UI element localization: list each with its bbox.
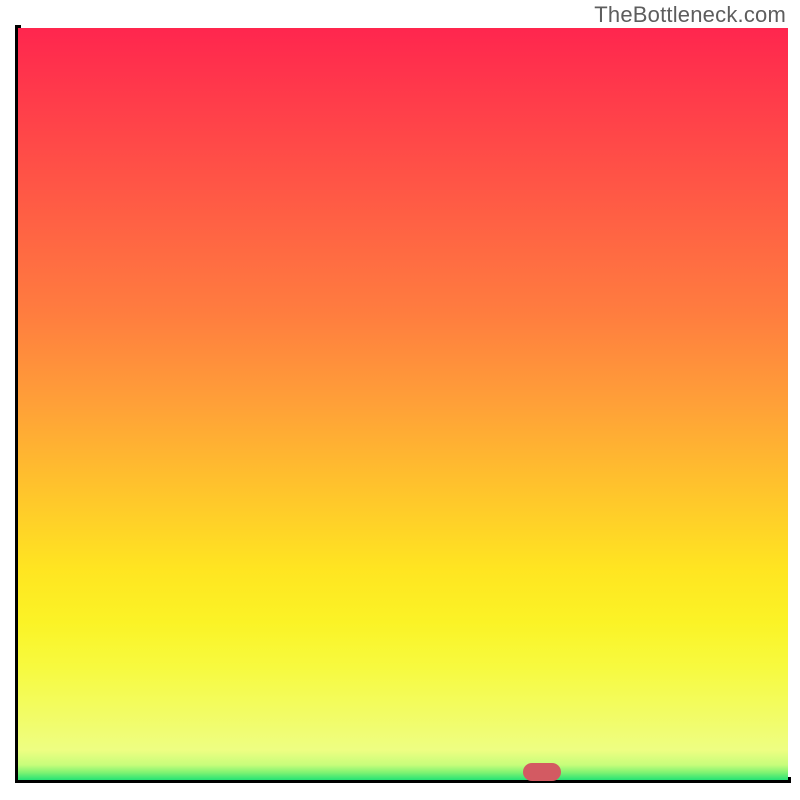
chart-container: TheBottleneck.com: [0, 0, 800, 800]
watermark-text: TheBottleneck.com: [594, 2, 786, 28]
heat-gradient-background: [18, 28, 788, 780]
optimal-point-marker: [523, 763, 561, 781]
